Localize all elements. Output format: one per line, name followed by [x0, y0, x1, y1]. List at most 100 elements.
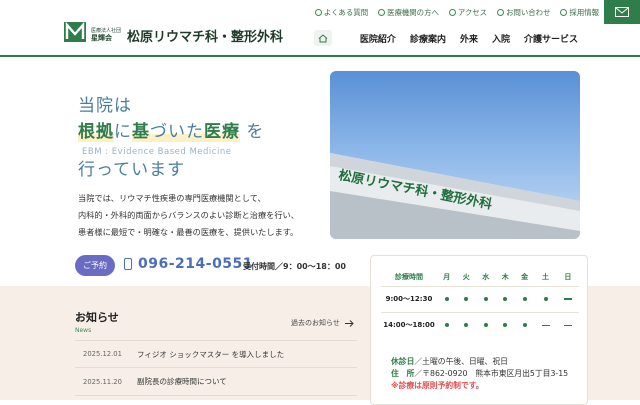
- news-more-link[interactable]: 過去のお知らせ: [291, 318, 354, 328]
- schedule-info: 休診日／土曜の午後、日曜、祝日 住 所／〒862-0920 熊本市東区月出5丁目…: [391, 356, 568, 392]
- reservation-note: ※診療は原則予約制です。: [391, 381, 484, 390]
- schedule-row: 14:00〜18:00: [381, 311, 579, 338]
- utility-links: よくある質問 医療機関の方へ アクセス お問い合わせ 採用情報: [314, 7, 599, 18]
- nav-services[interactable]: 診療案内: [410, 32, 446, 45]
- schedule-day: 土: [542, 273, 550, 282]
- open-dot-icon: [464, 323, 469, 328]
- open-dot-icon: [464, 297, 469, 301]
- building-icon: [378, 9, 386, 16]
- arrow-right-icon: [344, 319, 354, 327]
- closed-dash-icon: [541, 324, 550, 326]
- schedule-cell: [495, 311, 515, 338]
- nav-care-service[interactable]: 介護サービス: [524, 32, 578, 45]
- schedule-day: 木: [501, 273, 509, 282]
- open-dot-icon: [483, 323, 488, 328]
- schedule-cell: [514, 311, 535, 338]
- phone-number[interactable]: 096-214-0551: [124, 256, 253, 272]
- map-pin-icon: [448, 9, 456, 16]
- hero-line1: 当院は: [78, 96, 132, 116]
- util-link-label: 医療機関の方へ: [387, 8, 439, 17]
- schedule-day: 金: [521, 273, 529, 282]
- news-date: 2025.11.20: [83, 377, 122, 386]
- util-link[interactable]: よくある質問: [314, 7, 369, 18]
- clinic-building-photo: 松原リウマチ科・整形外科: [330, 71, 580, 239]
- news-list: 2025.12.01 フィジオ ショックマスター を導入しました 2025.11…: [75, 340, 357, 396]
- briefcase-icon: [560, 9, 568, 16]
- open-dot-icon: [444, 297, 449, 301]
- global-nav: 医院紹介 診療案内 外来 入院 介護サービス: [313, 30, 578, 46]
- news-item[interactable]: 2025.12.01 フィジオ ショックマスター を導入しました: [75, 340, 357, 368]
- util-link-label: お問い合わせ: [506, 8, 551, 17]
- closed-dash-icon: [563, 324, 572, 326]
- hero-line2: 根拠に基づいた医療 を: [78, 122, 265, 142]
- logo-small-bottom: 星輝会: [91, 34, 112, 42]
- schedule-day: 火: [462, 273, 470, 282]
- site-header: 医療法人社団 星輝会 松原リウマチ科・整形外科 よくある質問 医療機関の方へ アクセ…: [0, 0, 640, 57]
- open-dot-icon: [503, 323, 508, 328]
- util-link[interactable]: アクセス: [448, 7, 488, 18]
- phone-icon: [124, 258, 132, 270]
- schedule-cell: [514, 285, 535, 312]
- util-link-label: アクセス: [457, 8, 488, 17]
- util-link[interactable]: 採用情報: [560, 7, 599, 18]
- hero-description: 当院では、リウマチ性疾患の専門医療機関として、 内科的・外科的両面からバランスの…: [78, 190, 299, 241]
- news-date: 2025.12.01: [83, 350, 122, 358]
- open-dot-icon: [522, 323, 527, 328]
- holiday-text: ／土曜の午後、日曜、祝日: [414, 357, 508, 366]
- clinic-name: 松原リウマチ科・整形外科: [127, 29, 284, 45]
- schedule-day: 月: [443, 273, 451, 282]
- schedule-row: 9:00〜12:30: [381, 285, 579, 312]
- schedule-day: 日: [564, 273, 572, 282]
- home-icon: [318, 33, 328, 42]
- schedule-header-label: 診療時間: [395, 273, 423, 282]
- util-link-label: よくある質問: [323, 8, 369, 17]
- open-dot-icon: [543, 297, 548, 301]
- desc-line: 患者様に最短で・明確な・最善の医療を、提供いたします。: [78, 227, 299, 237]
- schedule-cell: [495, 285, 515, 312]
- schedule-table: 診療時間 月 火 水 木 金 土 日 9:00〜12:30 14:00〜18:00: [381, 269, 579, 338]
- mail-button[interactable]: [604, 0, 640, 24]
- open-dot-icon: [503, 297, 508, 301]
- open-dot-icon: [444, 323, 449, 328]
- hero-heading: 当院は 根拠に基づいた医療 を EBM : Evidence Based Med…: [78, 95, 323, 185]
- desc-line: 当院では、リウマチ性疾患の専門医療機関として、: [78, 193, 266, 203]
- closed-dash-icon: [563, 298, 572, 300]
- schedule-cell: [456, 285, 476, 312]
- home-button[interactable]: [313, 30, 332, 46]
- reception-hours: 受付時間／9：00〜18：00: [243, 262, 346, 271]
- util-link-label: 採用情報: [569, 8, 599, 17]
- schedule-day: 水: [482, 273, 490, 282]
- nav-inpatient[interactable]: 入院: [492, 32, 510, 45]
- news-title: お知らせ: [75, 311, 119, 324]
- nav-about[interactable]: 医院紹介: [360, 32, 396, 45]
- news-text: フィジオ ショックマスター を導入しました: [137, 349, 285, 359]
- nav-outpatient[interactable]: 外来: [460, 32, 478, 45]
- address-label: 住 所: [391, 369, 415, 378]
- schedule-cell: [556, 311, 579, 338]
- chat-icon: [314, 9, 322, 16]
- schedule-cell: [475, 285, 496, 312]
- schedule-cell: [456, 311, 476, 338]
- envelope-icon: [615, 7, 629, 17]
- schedule-time: 9:00〜12:30: [381, 285, 437, 312]
- util-link[interactable]: お問い合わせ: [497, 7, 550, 18]
- schedule-card: 診療時間 月 火 水 木 金 土 日 9:00〜12:30 14:00〜18:00 休診日／土…: [370, 255, 588, 405]
- phone-icon: [497, 9, 505, 16]
- util-link[interactable]: 医療機関の方へ: [378, 7, 439, 18]
- reserve-button[interactable]: ご予約: [75, 255, 115, 276]
- schedule-time: 14:00〜18:00: [381, 311, 437, 338]
- schedule-cell: [534, 285, 557, 312]
- open-dot-icon: [522, 297, 527, 301]
- news-subtitle: News: [75, 327, 92, 334]
- schedule-cell: [475, 311, 496, 338]
- schedule-cell: [437, 285, 457, 312]
- open-dot-icon: [483, 297, 488, 301]
- ebm-caption: EBM : Evidence Based Medicine: [82, 147, 232, 157]
- schedule-cell: [437, 311, 457, 338]
- news-text: 副院長の診療時間について: [137, 377, 227, 386]
- holiday-label: 休診日: [391, 357, 415, 366]
- schedule-cell: [534, 311, 557, 338]
- phone-number-text: 096-214-0551: [138, 256, 254, 272]
- clinic-logo[interactable]: 医療法人社団 星輝会 松原リウマチ科・整形外科: [64, 22, 283, 48]
- news-item[interactable]: 2025.11.20 副院長の診療時間について: [75, 368, 357, 396]
